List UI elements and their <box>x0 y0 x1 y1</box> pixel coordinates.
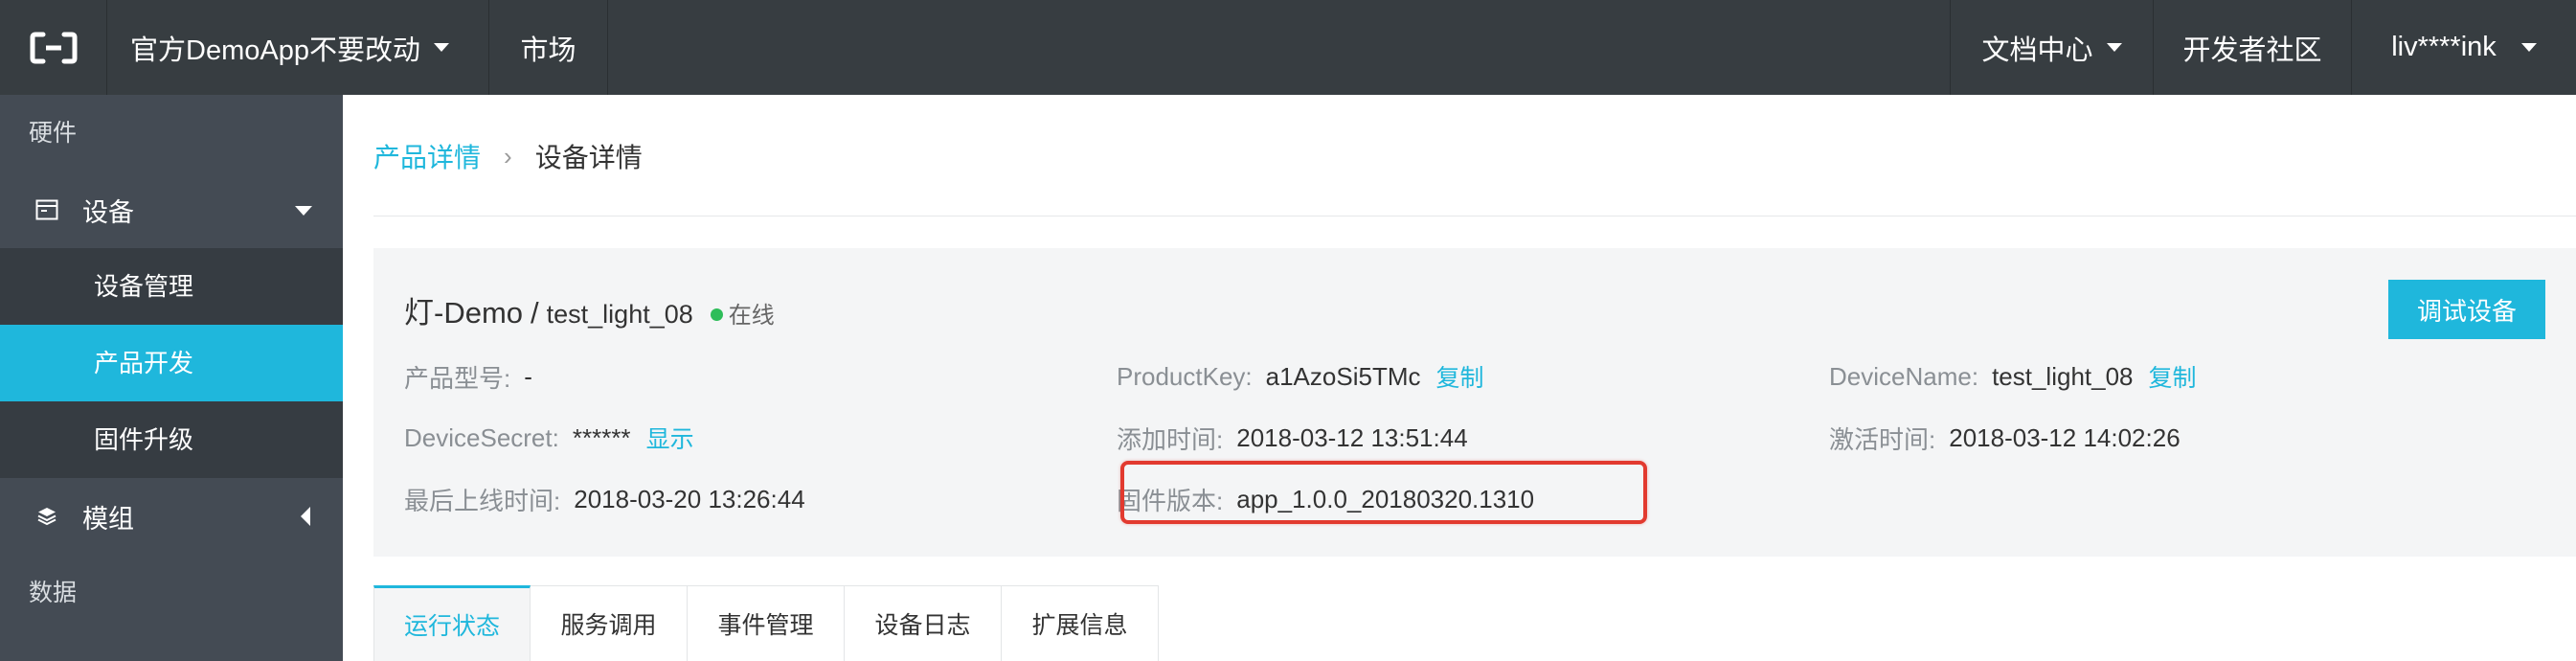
sidebar-item-firmware-upgrade[interactable]: 固件升级 <box>0 401 343 478</box>
chevron-down-icon <box>2520 43 2537 52</box>
product-model-label: 产品型号: <box>404 364 511 393</box>
device-name: test_light_08 <box>546 300 693 329</box>
breadcrumb-product-details-link[interactable]: 产品详情 <box>373 137 481 175</box>
developer-community-label: 开发者社区 <box>2182 34 2322 66</box>
device-info-card: 灯-Demo / test_light_08 在线 调试设备 产品型号: - P… <box>373 248 2576 557</box>
last-online-label: 最后上线时间: <box>404 487 561 515</box>
last-online-field: 最后上线时间: 2018-03-20 13:26:44 <box>404 482 805 517</box>
chevron-right-icon: › <box>504 141 512 171</box>
product-name: 灯-Demo <box>404 296 524 330</box>
activated-time-value: 2018-03-12 14:02:26 <box>1949 423 2181 452</box>
sidebar: 硬件 设备 设备管理 产品开发 固件升级 模组 数据 <box>0 95 343 661</box>
chevron-down-icon <box>433 43 449 52</box>
main-content: 产品详情 › 设备详情 灯-Demo / test_light_08 在线 调试… <box>343 95 2576 661</box>
docs-center-dropdown[interactable]: 文档中心 <box>1950 0 2153 95</box>
sidebar-section-hardware: 硬件 <box>29 120 78 147</box>
layers-icon <box>34 504 59 529</box>
device-status-text: 在线 <box>728 303 775 329</box>
online-status-dot-icon <box>710 308 723 321</box>
chevron-down-icon <box>295 206 312 216</box>
show-secret-link[interactable]: 显示 <box>646 421 694 455</box>
tab-extended-info[interactable]: 扩展信息 <box>1002 585 1159 661</box>
breadcrumb-current: 设备详情 <box>534 143 643 172</box>
product-model-field: 产品型号: - <box>404 359 532 395</box>
top-navigation-bar: 官方DemoApp不要改动 市场 文档中心 开发者社区 liv****ink <box>0 0 2576 95</box>
firmware-highlight-box <box>1120 461 1647 524</box>
tab-service-call[interactable]: 服务调用 <box>531 585 688 661</box>
docs-center-label: 文档中心 <box>1981 34 2093 66</box>
divider <box>373 216 2576 217</box>
debug-device-button[interactable]: 调试设备 <box>2388 280 2545 339</box>
breadcrumb: 产品详情 › 设备详情 <box>373 137 643 175</box>
devicename-label: DeviceName: <box>1829 361 1979 391</box>
sidebar-section-data: 数据 <box>29 580 78 606</box>
market-label: 市场 <box>520 34 576 66</box>
sidebar-item-product-development[interactable]: 产品开发 <box>0 325 343 401</box>
devicesecret-value: ****** <box>572 422 631 452</box>
devicename-field: DeviceName: test_light_08 复制 <box>1829 359 2197 394</box>
user-account-label: liv****ink <box>2391 32 2497 62</box>
aliyun-logo-icon[interactable] <box>0 0 107 95</box>
added-time-value: 2018-03-12 13:51:44 <box>1236 423 1468 452</box>
developer-community-link[interactable]: 开发者社区 <box>2153 0 2351 95</box>
sidebar-group-device-label: 设备 <box>82 197 134 227</box>
last-online-value: 2018-03-20 13:26:44 <box>574 485 805 513</box>
device-icon <box>34 197 59 222</box>
sidebar-group-device[interactable]: 设备 <box>0 171 343 248</box>
devicename-value: test_light_08 <box>1992 361 2134 391</box>
product-model-value: - <box>524 362 532 391</box>
title-separator: / <box>531 296 539 330</box>
app-selector-dropdown[interactable]: 官方DemoApp不要改动 <box>107 0 489 95</box>
app-selector-label: 官方DemoApp不要改动 <box>130 34 420 66</box>
device-title-row: 灯-Demo / test_light_08 在线 <box>404 288 775 331</box>
copy-devicename-link[interactable]: 复制 <box>2149 359 2197 394</box>
productkey-value: a1AzoSi5TMc <box>1265 361 1421 391</box>
tab-event-management[interactable]: 事件管理 <box>688 585 845 661</box>
chevron-left-icon <box>301 507 310 526</box>
devicesecret-field: DeviceSecret: ****** 显示 <box>404 421 694 455</box>
added-time-label: 添加时间: <box>1117 425 1224 454</box>
sidebar-group-module-label: 模组 <box>82 504 134 534</box>
tab-running-status[interactable]: 运行状态 <box>373 585 531 661</box>
chevron-down-icon <box>2106 43 2122 52</box>
tab-device-log[interactable]: 设备日志 <box>845 585 1002 661</box>
sidebar-group-module[interactable]: 模组 <box>0 478 343 555</box>
device-tabs: 运行状态 服务调用 事件管理 设备日志 扩展信息 <box>373 585 1159 661</box>
market-link[interactable]: 市场 <box>489 0 608 95</box>
productkey-field: ProductKey: a1AzoSi5TMc 复制 <box>1117 359 1484 394</box>
copy-productkey-link[interactable]: 复制 <box>1435 359 1483 394</box>
activated-time-label: 激活时间: <box>1829 425 1936 454</box>
added-time-field: 添加时间: 2018-03-12 13:51:44 <box>1117 421 1468 456</box>
sidebar-item-device-management[interactable]: 设备管理 <box>0 248 343 325</box>
productkey-label: ProductKey: <box>1117 361 1253 391</box>
user-account-dropdown[interactable]: liv****ink <box>2351 0 2576 95</box>
activated-time-field: 激活时间: 2018-03-12 14:02:26 <box>1829 421 2181 456</box>
devicesecret-label: DeviceSecret: <box>404 422 559 452</box>
